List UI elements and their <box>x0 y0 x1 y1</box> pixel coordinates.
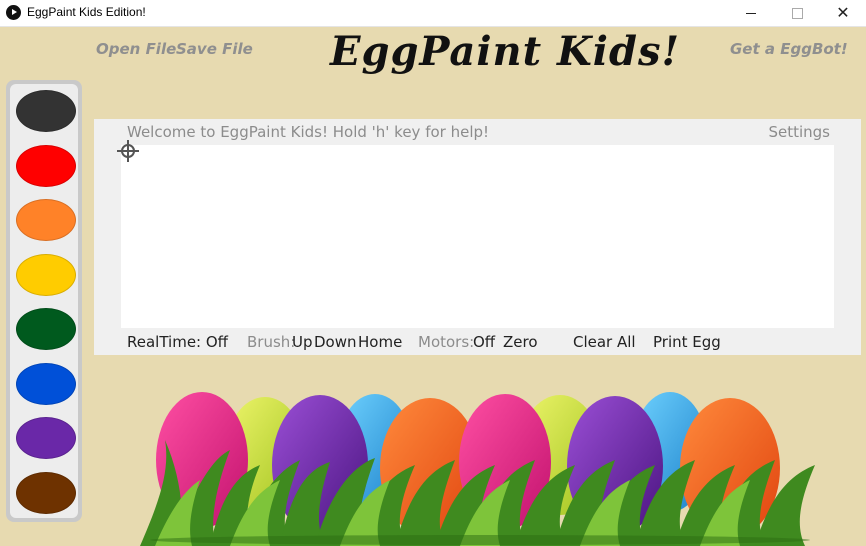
close-button[interactable]: ✕ <box>820 0 866 26</box>
crosshair-icon <box>117 140 139 162</box>
color-swatch[interactable] <box>16 417 76 459</box>
brush-down-button[interactable]: Down <box>314 333 357 351</box>
open-file-link[interactable]: Open File <box>96 40 176 58</box>
brush-home-button[interactable]: Home <box>358 333 402 351</box>
maximize-button[interactable] <box>774 0 820 26</box>
maximize-icon <box>791 7 803 19</box>
drawing-canvas[interactable] <box>121 145 834 328</box>
easter-eggs-illustration <box>140 392 815 546</box>
color-swatch[interactable] <box>16 144 76 187</box>
get-eggbot-link[interactable]: Get a EggBot! <box>730 40 848 58</box>
window-titlebar: EggPaint Kids Edition! ✕ <box>0 0 866 27</box>
grass-shadow <box>150 535 810 545</box>
drawing-panel: Welcome to EggPaint Kids! Hold 'h' key f… <box>94 119 861 355</box>
minimize-button[interactable] <box>728 0 774 26</box>
welcome-message: Welcome to EggPaint Kids! Hold 'h' key f… <box>127 123 490 141</box>
motors-zero-button[interactable]: Zero <box>503 333 538 351</box>
window-title: EggPaint Kids Edition! <box>27 5 146 19</box>
brush-label: Brush: <box>247 333 296 351</box>
color-swatch[interactable] <box>16 308 76 350</box>
close-icon: ✕ <box>836 3 850 22</box>
color-swatch[interactable] <box>16 90 76 132</box>
color-swatch[interactable] <box>16 253 76 296</box>
color-swatch[interactable] <box>16 362 76 405</box>
app-title: EggPaint Kids! <box>330 28 681 75</box>
color-palette <box>6 80 82 522</box>
color-swatch[interactable] <box>16 199 76 241</box>
print-egg-button[interactable]: Print Egg <box>653 333 721 351</box>
settings-button[interactable]: Settings <box>768 123 830 141</box>
color-swatch[interactable] <box>16 471 76 514</box>
save-file-link[interactable]: Save File <box>176 40 253 58</box>
motors-label: Motors: <box>418 333 475 351</box>
realtime-toggle[interactable]: RealTime: Off <box>127 333 228 351</box>
color-palette-tray <box>10 84 78 518</box>
app-icon <box>6 5 21 20</box>
clear-all-button[interactable]: Clear All <box>573 333 636 351</box>
minimize-icon <box>746 12 756 14</box>
motors-off-button[interactable]: Off <box>473 333 495 351</box>
brush-up-button[interactable]: Up <box>292 333 313 351</box>
